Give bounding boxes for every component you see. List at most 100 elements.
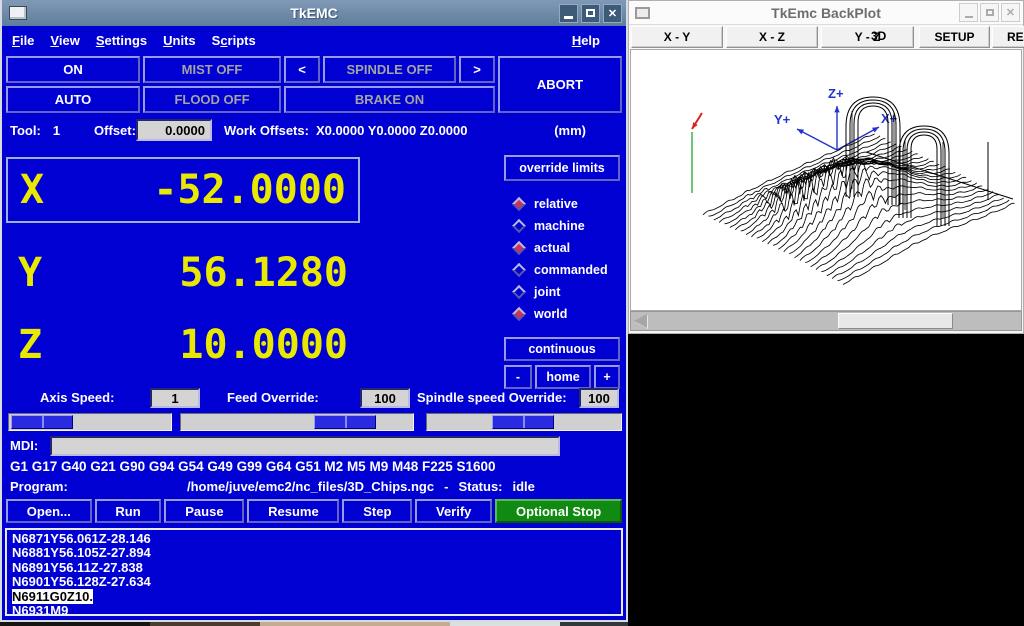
backplot-3d-canvas[interactable]: Z+Y+X+	[630, 49, 1022, 311]
listing-line: N6871Y56.061Z-28.146	[12, 532, 616, 546]
axis-row-y[interactable]: Y 56.1280	[6, 245, 360, 301]
radio-diamond-icon[interactable]	[512, 285, 526, 299]
tool-offset-field[interactable]: 0.0000	[136, 119, 212, 141]
resume-button[interactable]: Resume	[247, 499, 339, 523]
tool-value: 1	[53, 123, 60, 138]
feed-override-slider[interactable]	[180, 413, 414, 431]
power-on-button[interactable]: ON	[6, 56, 140, 83]
spindle-faster-button[interactable]: >	[459, 56, 495, 83]
axis-speed-slider[interactable]	[8, 413, 172, 431]
mdi-input[interactable]	[50, 436, 560, 456]
radio-label: world	[534, 307, 567, 321]
step-button[interactable]: Step	[342, 499, 412, 523]
backplot-hscrollbar-thumb[interactable]	[838, 313, 953, 329]
optional-stop-button[interactable]: Optional Stop	[495, 499, 622, 523]
coordinate-display: X -52.0000 Y 56.1280 Z 10.0000 override …	[2, 145, 626, 375]
radio-diamond-icon[interactable]	[512, 307, 526, 321]
tool-label: Tool:	[10, 123, 41, 138]
spindle-slower-button[interactable]: <	[284, 56, 320, 83]
backplot-hscrollbar[interactable]	[630, 311, 1022, 331]
status-label: Status:	[458, 479, 502, 494]
radio-relative[interactable]: relative	[512, 193, 608, 215]
radio-machine[interactable]: machine	[512, 215, 608, 237]
menu-help[interactable]: Help	[572, 33, 600, 48]
tkemc-window: TkEMC ✕ FileViewSettingsUnitsScripts Hel…	[0, 0, 628, 622]
tab-xy[interactable]: X - Y	[631, 26, 723, 48]
radio-commanded[interactable]: commanded	[512, 259, 608, 281]
jog-plus-button[interactable]: +	[594, 365, 620, 389]
menu-file[interactable]: File	[12, 33, 34, 48]
machine-button-grid: ON MIST OFF < SPINDLE OFF > ABORT AUTO F…	[2, 54, 626, 115]
verify-button[interactable]: Verify	[415, 499, 492, 523]
radio-label: actual	[534, 241, 570, 255]
offset-label: Offset:	[94, 123, 136, 138]
axis-speed-field[interactable]: 1	[150, 388, 200, 408]
spindle-override-slider[interactable]	[426, 413, 622, 431]
menubar: File View Settings Units Scripts Help	[2, 26, 626, 54]
svg-text:Z+: Z+	[828, 86, 844, 101]
mode-auto-button[interactable]: AUTO	[6, 86, 140, 113]
tab-3d-active[interactable]: 3D	[871, 29, 886, 43]
abort-button[interactable]: ABORT	[498, 56, 622, 113]
program-listing[interactable]: N6871Y56.061Z-28.146N6881Y56.105Z-27.894…	[5, 528, 623, 616]
menu-settings[interactable]: Settings	[96, 33, 147, 48]
radio-world[interactable]: world	[512, 303, 608, 325]
program-dash: -	[444, 479, 448, 494]
feed-override-field[interactable]: 100	[360, 388, 410, 408]
svg-text:Y+: Y+	[774, 112, 791, 127]
jog-minus-button[interactable]: -	[504, 365, 532, 389]
radio-diamond-icon[interactable]	[512, 219, 526, 233]
home-button[interactable]: home	[535, 365, 591, 389]
listing-line: N6931M9	[12, 604, 616, 616]
program-path: /home/juve/emc2/nc_files/3D_Chips.ngc	[187, 479, 434, 494]
radio-diamond-icon[interactable]	[512, 263, 526, 277]
radio-joint[interactable]: joint	[512, 281, 608, 303]
tab-yz[interactable]: Y - Z	[821, 26, 914, 48]
program-status-row: Program: /home/juve/emc2/nc_files/3D_Chi…	[2, 477, 626, 497]
jog-mode-menubutton[interactable]: continuous	[504, 337, 620, 361]
active-gcodes: G1 G17 G40 G21 G90 G94 G54 G49 G99 G64 G…	[2, 459, 626, 477]
reset-button[interactable]: RESET	[992, 26, 1024, 48]
mist-button[interactable]: MIST OFF	[143, 56, 281, 83]
axis-speed-slider-handle[interactable]	[11, 415, 73, 429]
brake-button[interactable]: BRAKE ON	[284, 86, 495, 113]
radio-diamond-icon[interactable]	[512, 197, 526, 211]
backplot-wireframe: Z+Y+X+	[631, 50, 1023, 310]
mdi-row: MDI:	[2, 435, 626, 459]
work-offsets-value: X0.0000 Y0.0000 Z0.0000	[316, 123, 468, 138]
backplot-titlebar: TkEmc BackPlot ✕	[629, 1, 1023, 25]
menu-scripts[interactable]: Scripts	[212, 33, 256, 48]
spindle-button[interactable]: SPINDLE OFF	[323, 56, 456, 83]
units-label: (mm)	[554, 123, 586, 138]
spindle-override-field[interactable]: 100	[579, 388, 619, 408]
backplot-window: TkEmc BackPlot ✕ X - Y X - Z Y - Z 3D SE…	[628, 0, 1024, 334]
flood-button[interactable]: FLOOD OFF	[143, 86, 281, 113]
menu-view[interactable]: View	[50, 33, 79, 48]
menu-units[interactable]: Units	[163, 33, 196, 48]
feed-override-slider-handle[interactable]	[314, 415, 376, 429]
pause-button[interactable]: Pause	[164, 499, 244, 523]
setup-button[interactable]: SETUP	[919, 26, 990, 48]
mdi-label: MDI:	[10, 438, 38, 453]
radio-label: joint	[534, 285, 560, 299]
radio-label: relative	[534, 197, 578, 211]
spindle-override-slider-handle[interactable]	[492, 415, 554, 429]
backplot-view-tabs: X - Y X - Z Y - Z 3D SETUP RESET	[629, 25, 1023, 49]
radio-diamond-icon[interactable]	[512, 241, 526, 255]
scroll-left-arrow-icon[interactable]	[634, 314, 647, 328]
axis-row-x[interactable]: X -52.0000	[6, 157, 360, 223]
open-button[interactable]: Open...	[6, 499, 92, 523]
feed-override-label: Feed Override:	[227, 390, 319, 405]
axis-row-z[interactable]: Z 10.0000	[6, 317, 360, 373]
tab-xz[interactable]: X - Z	[726, 26, 818, 48]
display-mode-radios: relative machine actual commanded joint world	[512, 193, 608, 325]
program-label: Program:	[10, 479, 68, 494]
tkemc-window-title: TkEMC	[2, 5, 626, 21]
override-limits-button[interactable]: override limits	[504, 155, 620, 181]
radio-actual[interactable]: actual	[512, 237, 608, 259]
slider-row	[2, 413, 626, 433]
listing-line: N6901Y56.128Z-27.634	[12, 575, 616, 589]
backplot-window-title: TkEmc BackPlot	[629, 5, 1023, 21]
run-button[interactable]: Run	[95, 499, 162, 523]
listing-line: N6891Y56.11Z-27.838	[12, 561, 616, 575]
